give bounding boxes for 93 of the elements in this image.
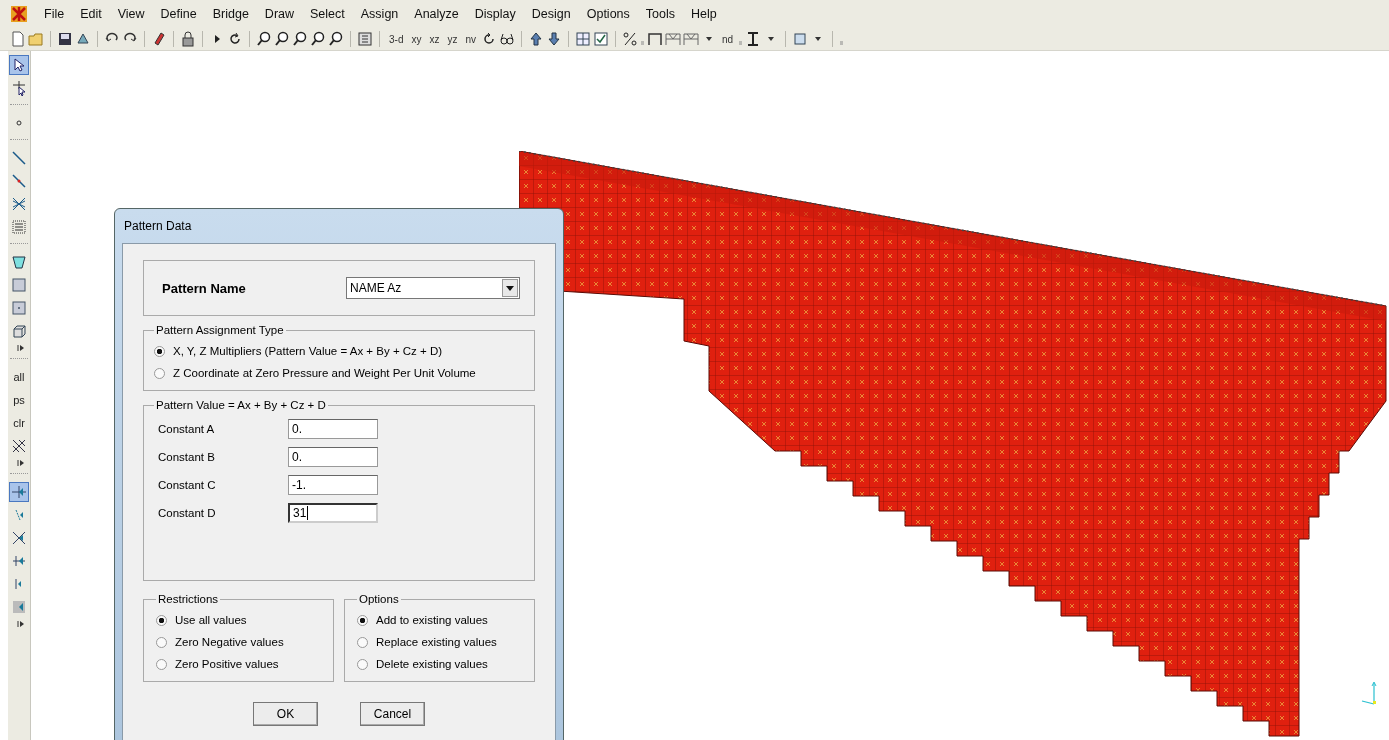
pattern-name-dropdown[interactable]: NAME Az	[346, 277, 520, 299]
radio-button[interactable]	[357, 658, 368, 670]
magnifier-icon[interactable]	[274, 31, 290, 47]
select-button[interactable]: ps	[9, 390, 29, 410]
menu-item[interactable]: Tools	[637, 7, 683, 21]
box-icon	[11, 323, 27, 339]
field-label: Constant D	[157, 507, 217, 519]
radio-label: Add to existing values	[376, 614, 488, 626]
menu-item[interactable]: View	[109, 7, 153, 21]
grid-snap-icon	[11, 599, 27, 615]
down-arrow-icon[interactable]	[546, 31, 562, 47]
menu-item[interactable]: Assign	[352, 7, 407, 21]
input-field[interactable]: 0.	[288, 447, 378, 467]
snap-icon	[11, 553, 27, 569]
select-button[interactable]: all	[9, 367, 29, 387]
menu-item[interactable]: Select	[302, 7, 353, 21]
radio-label: Delete existing values	[376, 658, 488, 670]
radio-label: Zero Positive values	[175, 658, 279, 670]
cross-lines-icon	[11, 196, 27, 212]
magnifier-icon[interactable]	[310, 31, 326, 47]
app-icon[interactable]	[10, 5, 28, 23]
view-button[interactable]: xy	[408, 33, 425, 45]
radio-button[interactable]	[156, 658, 167, 670]
percent-icon[interactable]	[622, 31, 638, 47]
radio-label: Zero Negative values	[175, 636, 284, 648]
lock-icon[interactable]	[180, 31, 196, 47]
view-button[interactable]: xz	[426, 33, 443, 45]
radio-label: X, Y, Z Multipliers (Pattern Value = Ax + By + Cz + D)	[173, 345, 443, 357]
magnifier-icon[interactable]	[292, 31, 308, 47]
cross-icon	[11, 530, 27, 546]
input-field[interactable]: 31	[288, 503, 378, 523]
field-label: Constant C	[157, 479, 217, 491]
checkbox-icon[interactable]	[593, 31, 609, 47]
caret-icon[interactable]	[506, 285, 514, 291]
group-label: Pattern Value = Ax + By + Cz + D	[155, 399, 327, 411]
radio-label: Z Coordinate at Zero Pressure and Weight Per Unit Volume	[173, 367, 476, 379]
radio-button[interactable]	[156, 614, 167, 626]
truss-icon[interactable]	[665, 31, 681, 47]
window-title: Pattern Data	[123, 218, 193, 235]
view-button[interactable]: nv	[462, 33, 479, 45]
menu-item[interactable]: Bridge	[204, 7, 257, 21]
save-icon[interactable]	[57, 31, 73, 47]
glasses-icon[interactable]	[499, 31, 515, 47]
menu-item[interactable]: Edit	[72, 7, 110, 21]
dialog-button[interactable]: OK	[253, 702, 318, 726]
group-label: Pattern Assignment Type	[155, 324, 285, 336]
field-label: Constant A	[157, 423, 216, 435]
input-field[interactable]: 0.	[288, 419, 378, 439]
frame-icon[interactable]	[647, 31, 663, 47]
input-field[interactable]: -1.	[288, 475, 378, 495]
menu-item[interactable]: Options	[578, 7, 638, 21]
nd-button[interactable]: nd	[719, 33, 737, 45]
line-icon	[11, 173, 27, 189]
new-file-icon[interactable]	[10, 31, 26, 47]
menu-item[interactable]: Help	[683, 7, 725, 21]
square-icon	[11, 300, 27, 316]
magnifier-icon[interactable]	[256, 31, 272, 47]
radio-label: Replace existing values	[376, 636, 497, 648]
menu-item[interactable]: Design	[523, 7, 579, 21]
pointer-icon	[11, 80, 27, 96]
up-arrow-icon[interactable]	[528, 31, 544, 47]
field-label: Pattern Name	[162, 280, 246, 296]
radio-button[interactable]	[154, 367, 165, 379]
radio-button[interactable]	[357, 614, 368, 626]
grid-icon[interactable]	[575, 31, 591, 47]
menu-item[interactable]: Define	[152, 7, 205, 21]
line-icon	[11, 150, 27, 166]
radio-button[interactable]	[357, 636, 368, 648]
snap-icon	[11, 484, 27, 500]
tool-button[interactable]	[9, 55, 29, 75]
view-button[interactable]: 3-d	[386, 33, 407, 45]
radio-label: Use all values	[175, 614, 247, 626]
pointer-icon	[11, 57, 27, 73]
dialog-button[interactable]: Cancel	[360, 702, 425, 726]
quad-icon	[11, 254, 27, 270]
select-button[interactable]: clr	[9, 413, 29, 433]
square-icon	[11, 277, 27, 293]
magnifier-icon[interactable]	[328, 31, 344, 47]
group-label: Options	[358, 593, 400, 605]
view-button[interactable]: yz	[444, 33, 461, 45]
list-icon	[11, 219, 27, 235]
radio-button[interactable]	[154, 345, 165, 357]
field-label: Constant B	[157, 451, 216, 463]
refresh-icon[interactable]	[227, 31, 243, 47]
menu-item[interactable]: File	[36, 7, 73, 21]
rotate-icon[interactable]	[481, 31, 497, 47]
axes-icon	[1361, 681, 1377, 705]
menu-item[interactable]: Display	[466, 7, 524, 21]
menu-item[interactable]: Analyze	[406, 7, 467, 21]
radio-button[interactable]	[156, 636, 167, 648]
menu-item[interactable]: Draw	[256, 7, 303, 21]
hatch-icon	[11, 438, 27, 454]
group-label: Restrictions	[157, 593, 220, 605]
